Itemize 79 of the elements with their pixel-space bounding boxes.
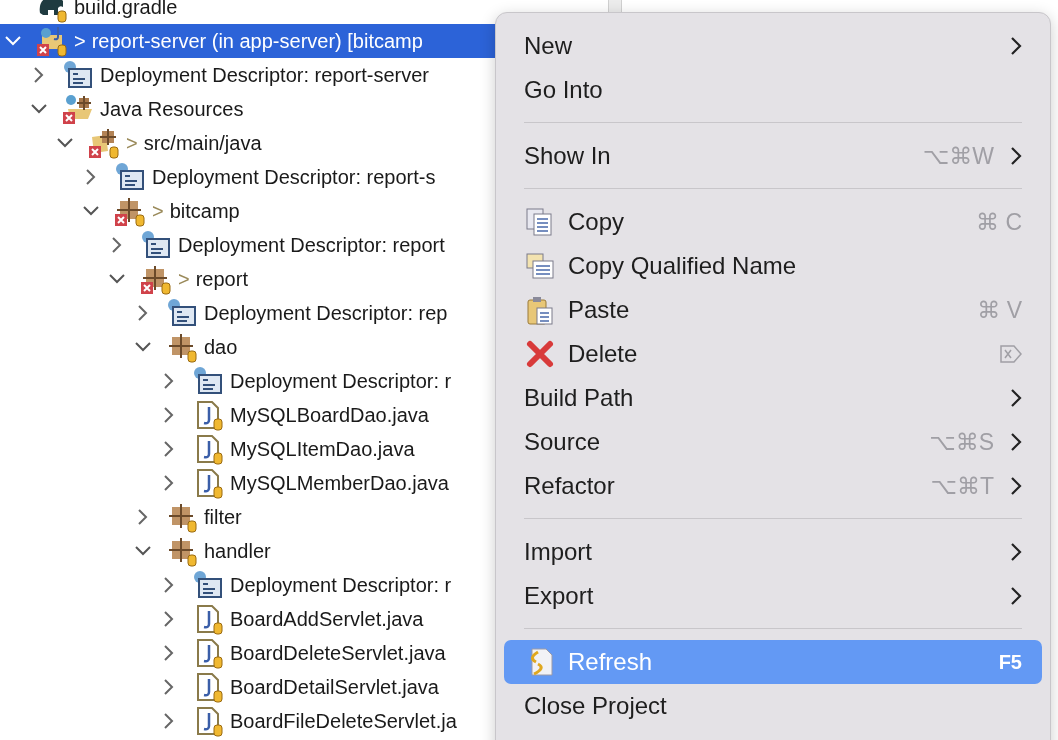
shortcut-label: F5: [998, 650, 1022, 674]
menu-item[interactable]: Source ⌥⌘S: [504, 420, 1042, 464]
chevron-right-icon[interactable]: [112, 237, 122, 253]
chevron-right-icon[interactable]: [164, 713, 174, 729]
tree-item-label: Deployment Descriptor: report: [178, 233, 445, 257]
chevron-right-icon[interactable]: [164, 645, 174, 661]
shortcut-label: ⌥⌘S: [929, 428, 994, 456]
chevron-right-icon[interactable]: [164, 373, 174, 389]
chevron-right-icon[interactable]: [164, 475, 174, 491]
tree-item-label: dao: [204, 335, 238, 359]
tree-item-label: src/main/java: [143, 131, 262, 155]
change-marker: >: [152, 199, 164, 223]
menu-item[interactable]: Paste ⌘ V: [504, 288, 1042, 332]
tree-item-label: Deployment Descriptor: r: [230, 369, 452, 393]
chevron-down-icon[interactable]: [135, 342, 151, 352]
chevron-down-icon[interactable]: [109, 274, 125, 284]
menu-item-label: Refactor: [524, 472, 616, 500]
tree-item-label: Deployment Descriptor: report-s: [152, 165, 436, 189]
chevron-right-icon[interactable]: [138, 509, 148, 525]
chevron-down-icon[interactable]: [31, 104, 47, 114]
menu-item-label: Import: [524, 538, 593, 566]
tree-item-label: Deployment Descriptor: report-server: [100, 63, 429, 87]
tree-item-label: BoardDeleteServlet.java: [230, 641, 446, 665]
tree-item-label: MySQLBoardDao.java: [230, 403, 429, 427]
menu-item-label: Show In: [524, 142, 612, 170]
shortcut-label: ⌥⌘T: [930, 472, 994, 500]
tree-item-label: report-server (in app-server) [bitcamp: [91, 29, 423, 53]
menu-item[interactable]: Delete: [504, 332, 1042, 376]
menu-item-label: Close Project: [524, 692, 668, 720]
menu-item[interactable]: Show In ⌥⌘W: [504, 134, 1042, 178]
chevron-right-icon[interactable]: [164, 407, 174, 423]
tree-item-label: filter: [204, 505, 242, 529]
shortcut-label: ⌥⌘W: [922, 142, 994, 170]
copy-icon: [524, 250, 556, 282]
chevron-right-icon[interactable]: [138, 305, 148, 321]
change-marker: >: [126, 131, 138, 155]
chevron-right-icon[interactable]: [164, 577, 174, 593]
chevron-down-icon[interactable]: [135, 546, 151, 556]
tree-item-label: BoardAddServlet.java: [230, 607, 424, 631]
shortcut-label: ⌘ C: [976, 208, 1022, 236]
menu-item-label: Delete: [568, 340, 639, 368]
menu-item-label: New: [524, 32, 573, 60]
tree-item-label: handler: [204, 539, 271, 563]
tree-item-label: BoardFileDeleteServlet.ja: [230, 709, 457, 733]
menu-item[interactable]: Export: [504, 574, 1042, 618]
tree-item-label: bitcamp: [169, 199, 240, 223]
menu-item-label: Copy Qualified Name: [568, 252, 798, 280]
menu-item-label: Copy: [568, 208, 626, 236]
chevron-right-icon[interactable]: [164, 441, 174, 457]
tree-item-label: Deployment Descriptor: rep: [204, 301, 448, 325]
menu-item-label: Build Path: [524, 384, 635, 412]
menu-item-label: Refresh: [568, 648, 654, 676]
tree-item-label: Java Resources: [100, 97, 244, 121]
chevron-right-icon[interactable]: [164, 679, 174, 695]
tree-item-label: Deployment Descriptor: r: [230, 573, 452, 597]
delete-key-icon: [1000, 345, 1022, 363]
chevron-right-icon[interactable]: [164, 611, 174, 627]
chevron-right-icon[interactable]: [86, 169, 96, 185]
tree-item-label: MySQLMemberDao.java: [230, 471, 449, 495]
menu-item-label: Paste: [568, 296, 631, 324]
change-marker: >: [74, 29, 86, 53]
menu-item-label: Go Into: [524, 76, 604, 104]
menu-item[interactable]: Copy Qualified Name: [504, 244, 1042, 288]
delete-icon: [524, 338, 556, 370]
chevron-right-icon[interactable]: [34, 67, 44, 83]
tree-item-label: report: [195, 267, 248, 291]
menu-item[interactable]: Build Path: [504, 376, 1042, 420]
menu-item[interactable]: Go Into: [504, 68, 1042, 112]
menu-item-label: Export: [524, 582, 595, 610]
menu-item[interactable]: Copy ⌘ C: [504, 200, 1042, 244]
tree-item-label: MySQLItemDao.java: [230, 437, 415, 461]
chevron-down-icon[interactable]: [83, 206, 99, 216]
chevron-down-icon[interactable]: [57, 138, 73, 148]
tree-item-label: BoardDetailServlet.java: [230, 675, 439, 699]
clipboard-icon: [524, 294, 556, 326]
shortcut-label: ⌘ V: [977, 296, 1022, 324]
menu-item[interactable]: Close Project: [504, 684, 1042, 728]
menu-item-label: Source: [524, 428, 602, 456]
change-marker: >: [178, 267, 190, 291]
